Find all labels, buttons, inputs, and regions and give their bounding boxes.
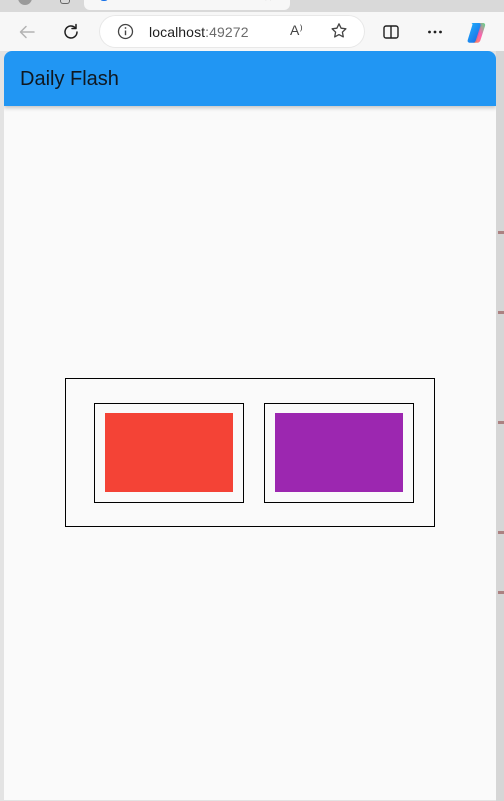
tab-inactive[interactable]	[8, 0, 78, 10]
profile-icon[interactable]	[18, 0, 32, 5]
arrow-left-icon	[19, 25, 35, 39]
color-swatch-purple	[275, 413, 403, 492]
flash-container	[65, 378, 435, 527]
browser-toolbar: localhost:49272 A⁾	[0, 12, 504, 51]
background-window-edge	[496, 51, 504, 801]
info-icon[interactable]	[117, 23, 134, 40]
edge-mark	[498, 531, 504, 534]
copilot-button[interactable]	[464, 19, 490, 45]
edge-mark	[498, 591, 504, 594]
url-text[interactable]: localhost:49272	[149, 24, 249, 40]
tab-favicon-icon	[100, 0, 108, 1]
tab-active[interactable]: ✕	[84, 0, 290, 10]
read-aloud-icon[interactable]: A⁾	[290, 22, 303, 39]
flash-card-1[interactable]	[94, 403, 244, 503]
app-window: Daily Flash	[4, 51, 496, 800]
url-host: localhost	[149, 24, 206, 40]
more-button[interactable]	[422, 19, 448, 45]
color-swatch-red	[105, 413, 233, 492]
back-button[interactable]	[14, 19, 40, 45]
address-bar[interactable]: localhost:49272 A⁾	[100, 16, 364, 47]
more-icon	[428, 30, 442, 34]
star-icon[interactable]	[330, 22, 348, 40]
tab-strip: ✕	[0, 0, 504, 12]
split-screen-icon	[383, 25, 399, 39]
edge-mark	[498, 311, 504, 314]
edge-mark	[498, 231, 504, 234]
copilot-icon	[467, 23, 486, 43]
app-bar: Daily Flash	[4, 51, 496, 106]
reload-icon	[64, 23, 78, 39]
tab-actions-icon[interactable]	[60, 0, 70, 4]
reload-button[interactable]	[58, 19, 84, 45]
page-title: Daily Flash	[20, 68, 119, 90]
url-port: :49272	[205, 24, 249, 40]
close-tab-icon[interactable]: ✕	[264, 0, 272, 4]
flash-card-2[interactable]	[264, 403, 414, 503]
split-screen-button[interactable]	[378, 19, 404, 45]
edge-mark	[498, 421, 504, 424]
